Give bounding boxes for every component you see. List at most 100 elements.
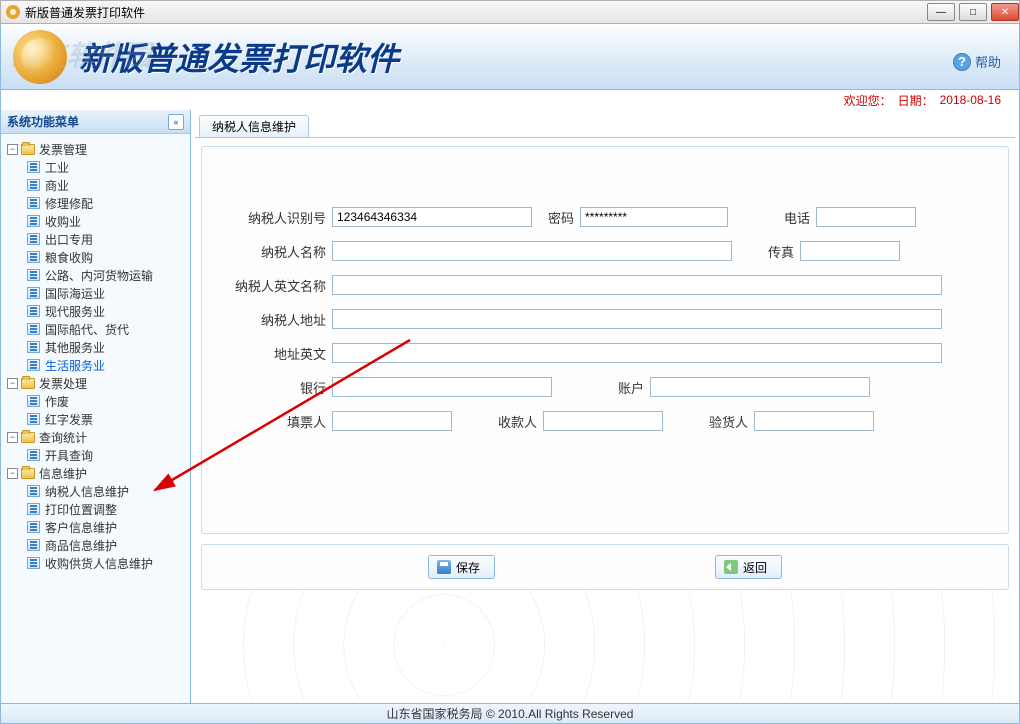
- tree-item[interactable]: 收购供货人信息维护: [3, 554, 188, 572]
- tree-group[interactable]: −发票管理: [3, 140, 188, 158]
- button-panel: 保存 返回: [201, 544, 1009, 590]
- back-button[interactable]: 返回: [715, 555, 782, 579]
- app-icon: [5, 4, 21, 20]
- tree-item[interactable]: 其他服务业: [3, 338, 188, 356]
- tree-item[interactable]: 开具查询: [3, 446, 188, 464]
- back-icon: [724, 560, 738, 574]
- tree-group-label: 发票处理: [39, 375, 87, 392]
- minimize-button[interactable]: —: [927, 3, 955, 21]
- tree-item[interactable]: 国际海运业: [3, 284, 188, 302]
- input-tel[interactable]: [816, 207, 916, 227]
- file-icon: [27, 539, 40, 551]
- label-password: 密码: [548, 208, 574, 227]
- app-logo-icon: [13, 30, 67, 84]
- file-icon: [27, 161, 40, 173]
- folder-icon: [21, 468, 35, 479]
- file-icon: [27, 521, 40, 533]
- footer-text: 山东省国家税务局 © 2010.All Rights Reserved: [387, 705, 634, 722]
- tree-item[interactable]: 工业: [3, 158, 188, 176]
- label-fax: 传真: [768, 242, 794, 261]
- collapse-sidebar-button[interactable]: «: [168, 114, 184, 130]
- tree-item[interactable]: 商品信息维护: [3, 536, 188, 554]
- tree-item-label: 客户信息维护: [45, 519, 117, 536]
- help-icon: ?: [953, 53, 971, 71]
- tree-item-label: 其他服务业: [45, 339, 105, 356]
- toggle-icon: −: [7, 378, 18, 389]
- file-icon: [27, 503, 40, 515]
- label-taxid: 纳税人识别号: [222, 208, 332, 227]
- window-title: 新版普通发票打印软件: [25, 4, 145, 21]
- tab-taxpayer-info[interactable]: 纳税人信息维护: [199, 115, 309, 137]
- tree-item[interactable]: 红字发票: [3, 410, 188, 428]
- input-bank[interactable]: [332, 377, 552, 397]
- file-icon: [27, 449, 40, 461]
- tree-item[interactable]: 作废: [3, 392, 188, 410]
- tree-item[interactable]: 公路、内河货物运输: [3, 266, 188, 284]
- app-header: 河东软件园 新版普通发票打印软件 ? 帮助: [0, 24, 1020, 90]
- tree-item[interactable]: 出口专用: [3, 230, 188, 248]
- tree-item-label: 商业: [45, 177, 69, 194]
- tree-item[interactable]: 商业: [3, 176, 188, 194]
- footer: 山东省国家税务局 © 2010.All Rights Reserved: [0, 704, 1020, 724]
- sidebar-header: 系统功能菜单 «: [1, 110, 190, 134]
- tree-group-label: 查询统计: [39, 429, 87, 446]
- tree-item[interactable]: 现代服务业: [3, 302, 188, 320]
- tree-item[interactable]: 客户信息维护: [3, 518, 188, 536]
- sidebar-tree: −发票管理工业商业修理修配收购业出口专用粮食收购公路、内河货物运输国际海运业现代…: [1, 134, 190, 703]
- save-label: 保存: [456, 559, 480, 576]
- help-link[interactable]: ? 帮助: [953, 52, 1001, 71]
- file-icon: [27, 197, 40, 209]
- tree-item[interactable]: 国际船代、货代: [3, 320, 188, 338]
- tree-item[interactable]: 修理修配: [3, 194, 188, 212]
- tree-item-label: 开具查询: [45, 447, 93, 464]
- toggle-icon: −: [7, 468, 18, 479]
- label-enname: 纳税人英文名称: [222, 276, 332, 295]
- input-enaddr[interactable]: [332, 343, 942, 363]
- label-filler: 填票人: [222, 412, 332, 431]
- file-icon: [27, 179, 40, 191]
- input-acct[interactable]: [650, 377, 870, 397]
- input-taxid[interactable]: [332, 207, 532, 227]
- tab-strip: 纳税人信息维护: [195, 114, 1015, 138]
- input-enname[interactable]: [332, 275, 942, 295]
- tree-item-label: 工业: [45, 159, 69, 176]
- tree-item-label: 打印位置调整: [45, 501, 117, 518]
- window-titlebar: 新版普通发票打印软件 — □ ✕: [0, 0, 1020, 24]
- tree-item[interactable]: 收购业: [3, 212, 188, 230]
- tree-item-label: 收购供货人信息维护: [45, 555, 153, 572]
- tree-group[interactable]: −查询统计: [3, 428, 188, 446]
- help-label: 帮助: [975, 52, 1001, 71]
- maximize-button[interactable]: □: [959, 3, 987, 21]
- tree-item[interactable]: 生活服务业: [3, 356, 188, 374]
- input-payee[interactable]: [543, 411, 663, 431]
- label-addr: 纳税人地址: [222, 310, 332, 329]
- tree-item[interactable]: 粮食收购: [3, 248, 188, 266]
- input-fax[interactable]: [800, 241, 900, 261]
- label-name: 纳税人名称: [222, 242, 332, 261]
- welcome-greet: 欢迎您：: [844, 92, 892, 109]
- app-title: 新版普通发票打印软件: [79, 34, 399, 80]
- tree-item[interactable]: 打印位置调整: [3, 500, 188, 518]
- tree-item[interactable]: 纳税人信息维护: [3, 482, 188, 500]
- form-panel: 纳税人识别号 密码 电话 纳税人名称 传真 纳税人英文名称 纳税人地址: [201, 146, 1009, 534]
- welcome-date: 2018-08-16: [940, 93, 1001, 107]
- input-password[interactable]: [580, 207, 728, 227]
- input-filler[interactable]: [332, 411, 452, 431]
- save-button[interactable]: 保存: [428, 555, 495, 579]
- toggle-icon: −: [7, 144, 18, 155]
- main-area: 系统功能菜单 « −发票管理工业商业修理修配收购业出口专用粮食收购公路、内河货物…: [0, 110, 1020, 704]
- label-payee: 收款人: [498, 412, 537, 431]
- file-icon: [27, 269, 40, 281]
- tab-label: 纳税人信息维护: [212, 118, 296, 135]
- close-button[interactable]: ✕: [991, 3, 1019, 21]
- tree-item-label: 修理修配: [45, 195, 93, 212]
- content-area: 纳税人信息维护 纳税人识别号 密码 电话 纳税人名称 传真: [191, 110, 1019, 703]
- input-addr[interactable]: [332, 309, 942, 329]
- tree-item-label: 粮食收购: [45, 249, 93, 266]
- file-icon: [27, 323, 40, 335]
- tree-group[interactable]: − 发票处理: [3, 374, 188, 392]
- tree-group[interactable]: −信息维护: [3, 464, 188, 482]
- welcome-date-label: 日期：: [898, 92, 934, 109]
- input-name[interactable]: [332, 241, 732, 261]
- input-checker[interactable]: [754, 411, 874, 431]
